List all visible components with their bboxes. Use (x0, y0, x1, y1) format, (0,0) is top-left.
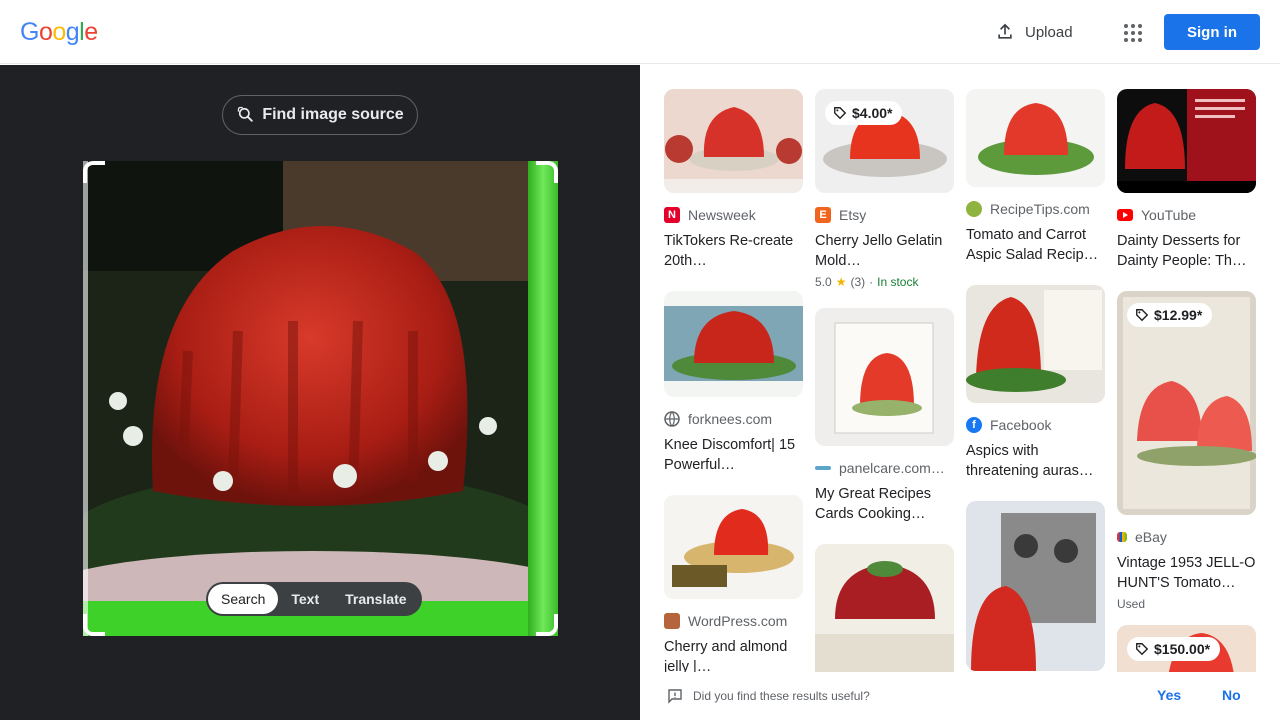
result-rating: 5.0 ★ (3) · In stock (815, 275, 919, 289)
result-source: Newsweek (688, 207, 756, 223)
tag-icon (1136, 643, 1149, 656)
result-title[interactable]: TikTokers Re-create 20th… (664, 231, 803, 271)
result-card[interactable]: $4.00* E Etsy Cherry Jello Gelatin Mold… … (815, 89, 954, 289)
newsweek-icon: N (664, 207, 680, 223)
crop-handle-top-right[interactable] (536, 161, 558, 183)
panelcare-icon (815, 466, 831, 470)
result-thumbnail[interactable]: $12.99* (1117, 291, 1256, 515)
feedback-bar: Did you find these results useful? Yes N… (640, 672, 1280, 720)
tag-icon (834, 107, 847, 120)
lens-panel: Find image source Search Text Translate (0, 65, 640, 720)
stock-status: In stock (877, 275, 919, 289)
result-card[interactable] (966, 501, 1105, 671)
find-image-source-button[interactable]: Find image source (222, 95, 418, 135)
result-title[interactable]: Dainty Desserts for Dainty People: Th… (1117, 231, 1256, 271)
result-thumbnail[interactable] (815, 308, 954, 446)
sign-in-button[interactable]: Sign in (1164, 14, 1260, 50)
result-card[interactable]: YouTube Dainty Desserts for Dainty Peopl… (1117, 89, 1256, 271)
result-card[interactable]: $150.00* (1117, 625, 1256, 672)
price-tag: $12.99* (1127, 303, 1213, 327)
result-thumbnail[interactable] (664, 495, 803, 599)
result-title[interactable]: Vintage 1953 JELL-O HUNT'S Tomato… (1117, 553, 1256, 593)
logo-letter: g (65, 18, 80, 46)
result-thumbnail[interactable] (1117, 89, 1256, 193)
logo-letter: o (52, 18, 66, 46)
mode-text-tab[interactable]: Text (278, 584, 332, 614)
result-title[interactable]: Cherry and almond jelly |… (664, 637, 803, 672)
google-apps-button[interactable] (1116, 16, 1148, 48)
etsy-icon: E (815, 207, 831, 223)
lens-mode-switcher: Search Text Translate (206, 582, 422, 616)
result-thumbnail[interactable] (664, 291, 803, 397)
results-column-4: YouTube Dainty Desserts for Dainty Peopl… (1117, 89, 1256, 672)
visual-matches-panel: N Newsweek TikTokers Re-create 20th… fork… (640, 65, 1280, 672)
star-icon: ★ (835, 275, 847, 289)
mode-translate-tab[interactable]: Translate (332, 584, 419, 614)
result-thumbnail[interactable] (966, 501, 1105, 671)
recipetips-icon (966, 201, 982, 217)
result-title[interactable]: Cherry Jello Gelatin Mold… (815, 231, 954, 271)
result-condition: Used (1117, 597, 1146, 611)
google-logo[interactable]: Google (20, 18, 98, 47)
result-source: WordPress.com (688, 613, 788, 629)
price-tag: $150.00* (1127, 637, 1221, 661)
logo-letter: e (84, 18, 98, 46)
result-source: forknees.com (688, 411, 773, 427)
result-source: Etsy (839, 207, 867, 223)
upload-icon (998, 23, 1012, 39)
lens-search-icon (238, 106, 254, 122)
upload-label: Upload (1025, 23, 1073, 41)
result-source: Facebook (990, 417, 1052, 433)
result-card[interactable]: WordPress.com Cherry and almond jelly |… (664, 495, 803, 672)
result-thumbnail[interactable] (966, 285, 1105, 403)
result-thumbnail[interactable] (966, 89, 1105, 187)
result-thumbnail[interactable]: $4.00* (815, 89, 954, 193)
result-title[interactable]: Tomato and Carrot Aspic Salad Recip… (966, 225, 1105, 265)
top-bar: Google Upload Sign in (0, 0, 1280, 64)
result-source: panelcare.com… (839, 460, 945, 476)
logo-letter: G (20, 18, 39, 46)
selected-image[interactable] (83, 161, 558, 636)
result-title[interactable]: Knee Discomfort| 15 Powerful… (664, 435, 803, 475)
result-card[interactable]: f Facebook Aspics with threatening auras… (966, 285, 1105, 481)
feedback-icon (668, 689, 682, 704)
result-source: eBay (1135, 529, 1167, 545)
result-card[interactable]: $12.99* eBay Vintage 1953 JELL-O HUNT'S … (1117, 291, 1256, 611)
result-title[interactable]: My Great Recipes Cards Cooking… (815, 484, 954, 524)
price-tag: $4.00* (825, 101, 903, 125)
mode-search-tab[interactable]: Search (208, 584, 279, 614)
feedback-no-button[interactable]: No (1222, 687, 1241, 703)
crop-handle-bottom-right[interactable] (536, 614, 558, 636)
crop-handle-top-left[interactable] (83, 161, 105, 183)
result-source: YouTube (1141, 207, 1197, 223)
facebook-icon: f (966, 417, 982, 433)
result-card[interactable] (815, 544, 954, 672)
tag-icon (1136, 309, 1149, 322)
result-thumbnail[interactable]: $150.00* (1117, 625, 1256, 672)
result-title[interactable]: Aspics with threatening auras… (966, 441, 1105, 481)
result-card[interactable]: panelcare.com… My Great Recipes Cards Co… (815, 308, 954, 524)
result-card[interactable]: RecipeTips.com Tomato and Carrot Aspic S… (966, 89, 1105, 265)
feedback-yes-button[interactable]: Yes (1157, 687, 1181, 703)
crop-handle-bottom-left[interactable] (83, 614, 105, 636)
result-card[interactable]: forknees.com Knee Discomfort| 15 Powerfu… (664, 291, 803, 475)
wordpress-icon (664, 613, 680, 629)
feedback-question: Did you find these results useful? (693, 689, 870, 703)
find-image-source-label: Find image source (262, 106, 404, 123)
ebay-icon (1117, 532, 1127, 542)
result-thumbnail[interactable] (664, 89, 803, 193)
globe-icon (664, 411, 680, 427)
results-column-3: RecipeTips.com Tomato and Carrot Aspic S… (966, 89, 1105, 672)
results-column-1: N Newsweek TikTokers Re-create 20th… fork… (664, 89, 803, 672)
results-column-2: $4.00* E Etsy Cherry Jello Gelatin Mold… … (815, 89, 954, 672)
result-source: RecipeTips.com (990, 201, 1090, 217)
youtube-icon (1117, 209, 1133, 221)
result-card[interactable]: N Newsweek TikTokers Re-create 20th… (664, 89, 803, 271)
upload-button[interactable]: Upload (985, 14, 1083, 50)
result-thumbnail[interactable] (815, 544, 954, 672)
logo-letter: o (38, 18, 53, 46)
